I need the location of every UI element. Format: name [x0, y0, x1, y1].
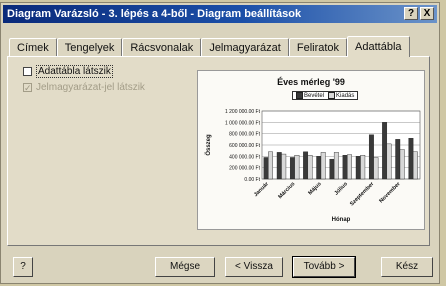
dialog-title: Diagram Varázsló - 3. lépés a 4-ből - Di… [7, 8, 302, 20]
bar-bevetel [408, 137, 414, 180]
tab-strip: Címek Tengelyek Rácsvonalak Jelmagyaráza… [9, 36, 410, 57]
show-legend-keys-box: ✓ [23, 83, 32, 93]
button-bar: ? Mégse < Vissza Tovább > Kész [7, 253, 433, 279]
y-axis-label: Összeg [205, 134, 212, 156]
bar-kiadas [412, 151, 418, 180]
x-axis-label: Hónap [332, 217, 351, 223]
bar-kiadas [307, 154, 313, 180]
bar-kiadas [347, 154, 352, 180]
bar-kiadas [294, 154, 300, 180]
bar-bevetel [289, 157, 295, 180]
bar-kiadas [333, 152, 339, 180]
bar-bevetel [329, 158, 335, 180]
bar-bevetel [303, 151, 309, 180]
show-data-table-label: Adattábla látszik [36, 65, 113, 78]
bar-kiadas [268, 151, 273, 180]
bar-kiadas [386, 143, 392, 180]
show-data-table-checkbox[interactable]: Adattábla látszik [23, 65, 113, 78]
dialog-title-bar: Diagram Varázsló - 3. lépés a 4-ből - Di… [3, 5, 437, 23]
y-tick-label: 400 000.00 Ft [229, 154, 260, 160]
x-tick-label: Május [307, 181, 322, 196]
tab-feliratok[interactable]: Feliratok [288, 38, 348, 56]
chart-wizard-dialog: Diagram Varázsló - 3. lépés a 4-ből - Di… [0, 2, 440, 284]
bar-bevetel [395, 139, 401, 180]
back-button[interactable]: < Vissza [225, 257, 283, 277]
bar-kiadas [360, 154, 366, 180]
x-tick-label: November [378, 181, 402, 205]
title-help-button[interactable]: ? [404, 7, 418, 20]
back-button-label: < Vissza [235, 261, 273, 272]
bar-kiadas [320, 152, 326, 180]
bar-bevetel [276, 152, 282, 180]
next-button[interactable]: Tovább > [292, 256, 356, 278]
cancel-button[interactable]: Mégse [155, 257, 215, 277]
bar-bevetel [342, 154, 348, 180]
bar-bevetel [368, 134, 374, 180]
x-tick-label: Július [334, 181, 349, 196]
chart-preview: Éves mérleg '99 Bevétel Kiadás 0.00 Ft 20… [197, 70, 425, 230]
bar-bevetel [355, 156, 361, 180]
show-legend-keys-label: Jelmagyarázat-jel látszik [36, 82, 145, 93]
bar-kiadas [281, 153, 287, 180]
bar-bevetel [316, 156, 322, 180]
y-tick-label: 1 200 000.00 Ft [225, 109, 261, 115]
tab-racsvonalak[interactable]: Rácsvonalak [122, 38, 202, 56]
y-tick-label: 0.00 Ft [244, 177, 260, 183]
title-close-button[interactable]: X [420, 7, 434, 20]
tab-adattabla[interactable]: Adattábla [347, 36, 410, 57]
tab-tengelyek[interactable]: Tengelyek [56, 38, 123, 56]
show-data-table-box[interactable] [23, 67, 32, 76]
y-tick-label: 1 000 000.00 Ft [225, 120, 261, 126]
bar-bevetel [382, 122, 388, 180]
y-tick-label: 600 000.00 Ft [229, 143, 260, 149]
x-tick-label: Szeptember [349, 181, 376, 208]
tab-cimek[interactable]: Címek [9, 38, 57, 56]
show-legend-keys-checkbox: ✓ Jelmagyarázat-jel látszik [23, 82, 145, 93]
bar-kiadas [399, 149, 405, 180]
finish-button[interactable]: Kész [381, 257, 433, 277]
chart-plot: 0.00 Ft 200 000.00 Ft 400 000.00 Ft 600 000… [205, 109, 421, 223]
x-tick-label: Január [253, 181, 271, 199]
y-tick-label: 800 000.00 Ft [229, 132, 260, 138]
x-tick-label: Március [277, 181, 296, 200]
y-tick-label: 200 000.00 Ft [229, 166, 260, 172]
tab-jelmagyarazat[interactable]: Jelmagyarázat [201, 38, 289, 56]
bar-bevetel [263, 157, 269, 180]
help-button[interactable]: ? [13, 257, 33, 277]
bar-kiadas [373, 157, 379, 180]
